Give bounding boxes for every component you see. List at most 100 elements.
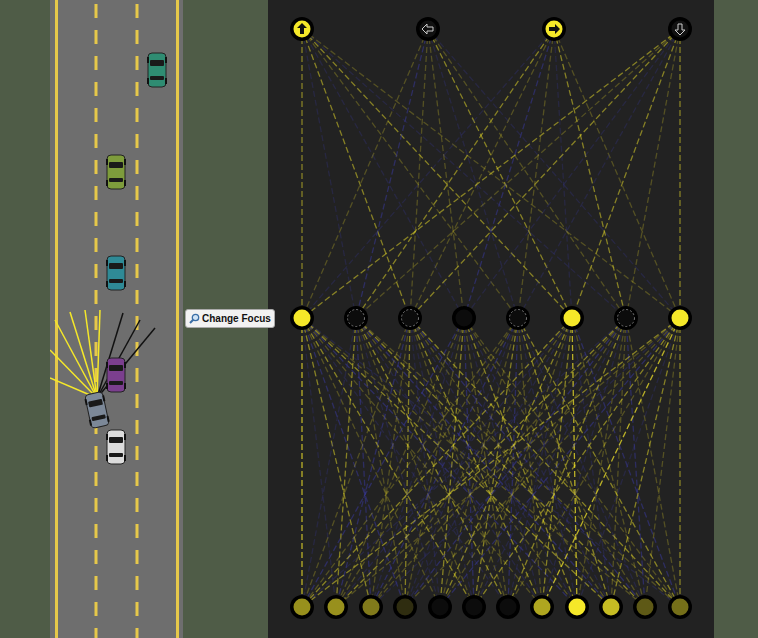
input-node [633,595,657,619]
connection [554,29,572,318]
connection [302,29,680,318]
connection [577,318,680,607]
screen: Change Focus [0,0,758,638]
connection [508,318,680,607]
connection [356,29,428,318]
connection [302,29,356,318]
arrow-right-icon [549,24,560,34]
car[interactable] [147,53,167,87]
network-panel [268,0,714,638]
input-node [428,595,452,619]
arrow-up-icon [297,23,307,34]
connection [336,318,626,607]
connection [371,318,464,607]
input-node [496,595,520,619]
connection [572,29,680,318]
connection [302,318,371,607]
connection [336,318,464,607]
car[interactable] [106,155,126,189]
connection [302,318,626,607]
connection [302,29,464,318]
hidden-node [614,306,638,330]
connection [302,318,410,607]
connection [356,318,680,607]
input-node [462,595,486,619]
connection [611,318,680,607]
connection [611,318,626,607]
connection [356,318,474,607]
connection [302,318,572,607]
connection [410,29,680,318]
hidden-node [344,306,368,330]
connection [542,318,680,607]
focused-car[interactable] [84,391,111,428]
magnifier-icon [189,313,200,324]
connection [572,318,577,607]
sensor-ray [85,310,97,398]
connection [302,29,680,318]
hidden-node [290,306,314,330]
connection [428,29,572,318]
connection [554,29,626,318]
connection [428,29,518,318]
connection [301,29,302,318]
car[interactable] [106,358,126,392]
input-node [324,595,348,619]
connection [508,318,518,607]
input-node [668,595,692,619]
connection [679,318,680,607]
connection [518,29,680,318]
connection [301,318,302,607]
connection [542,318,626,607]
sensor-ray [97,328,155,398]
connection [440,318,572,607]
connection [410,29,554,318]
grass: Change Focus [183,0,268,638]
connection [577,318,626,607]
connection [554,29,680,318]
hidden-node [560,306,584,330]
hidden-node [452,306,476,330]
connection [464,318,577,607]
grass [714,0,758,638]
connection [336,318,680,607]
connection [302,318,611,607]
output-node [668,17,692,41]
connection [464,29,680,318]
car[interactable] [106,256,126,290]
connection [302,29,410,318]
road-canvas [50,0,183,638]
connection [474,318,518,607]
hidden-node [398,306,422,330]
connection [336,318,356,607]
arrow-down-icon [675,24,685,35]
connection [474,318,626,607]
output-node [416,17,440,41]
connection [356,29,680,318]
connection [428,29,464,318]
sensor-ray [70,312,97,398]
sensor-ray [97,320,140,398]
connection [464,29,554,318]
connection [302,318,645,607]
connection [302,29,518,318]
connection [371,318,626,607]
connection [302,318,680,607]
connection [464,318,474,607]
connection [356,318,542,607]
connection [518,29,554,318]
connection [440,318,680,607]
connection [428,29,626,318]
connection [518,318,542,607]
change-focus-button[interactable]: Change Focus [185,309,275,328]
car[interactable] [106,430,126,464]
connection [302,318,464,607]
input-node [290,595,314,619]
connection [405,318,680,607]
connection [405,318,518,607]
connection [302,29,572,318]
input-node [565,595,589,619]
connection [356,29,554,318]
connection [440,318,626,607]
connection [371,318,680,607]
